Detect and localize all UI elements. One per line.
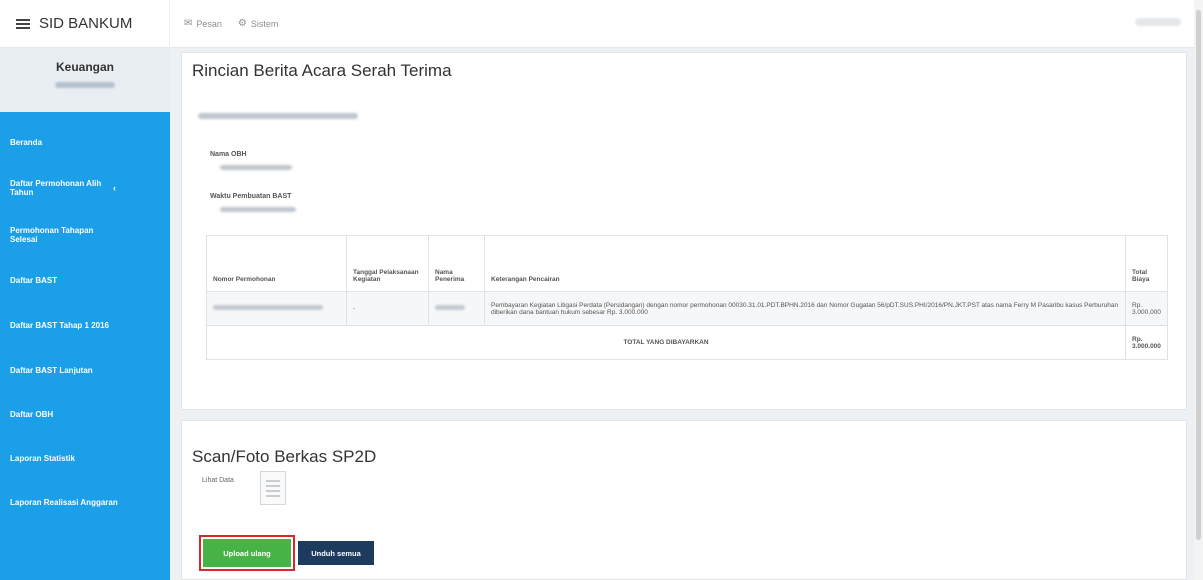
sidebar-item-label: Daftar OBH (10, 409, 54, 419)
file-line (266, 479, 280, 482)
gear-icon: ⚙ (237, 18, 247, 29)
sidebar-item-daftar-permohonan-alih-tahun[interactable]: Daftar Permohonan Alih Tahun ‹ (0, 164, 170, 212)
sidebar: Keuangan Beranda Daftar Permohonan Alih … (0, 48, 170, 580)
sidebar-item-label: Laporan Realisasi Anggaran (10, 497, 118, 507)
cell-total: Rp. 3.000.000 (1125, 291, 1168, 326)
total-label: TOTAL YANG DIBAYARKAN (206, 325, 1126, 360)
col-tanggal-pelaksanaan: Tanggal Pelaksanaan Kegiatan (346, 235, 429, 292)
sidebar-item-daftar-obh[interactable]: Daftar OBH (0, 392, 170, 436)
profile-role: Keuangan (55, 60, 114, 74)
unduh-semua-button[interactable]: Unduh semua (298, 541, 374, 565)
sidebar-item-laporan-realisasi-anggaran[interactable]: Laporan Realisasi Anggaran (0, 480, 170, 524)
file-line (266, 489, 280, 492)
upload-ulang-button[interactable]: Upload ulang (203, 539, 291, 567)
nav-sistem[interactable]: ⚙ Sistem (238, 18, 278, 29)
sidebar-item-beranda[interactable]: Beranda (0, 120, 170, 164)
sidebar-item-daftar-bast-lanjutan[interactable]: Daftar BAST Lanjutan (0, 348, 170, 392)
sidebar-item-laporan-statistik[interactable]: Laporan Statistik (0, 436, 170, 480)
cell-tanggal: - (346, 291, 429, 326)
col-total-biaya: Total Biaya (1125, 235, 1168, 292)
rincian-title: Rincian Berita Acara Serah Terima (192, 61, 452, 80)
sidebar-item-daftar-bast-tahap-1-2016[interactable]: Daftar BAST Tahap 1 2016 (0, 302, 170, 348)
rincian-table: Nomor Permohonan Tanggal Pelaksanaan Keg… (206, 235, 1168, 360)
cell-keterangan: Pembayaran Kegiatan Litigasi Perdata (Pe… (484, 291, 1126, 326)
app-title: SID BANKUM (39, 15, 133, 32)
sidebar-item-label: Beranda (10, 137, 43, 147)
nav-sistem-label: Sistem (250, 18, 279, 29)
sidebar-item-label: Daftar BAST Lanjutan (10, 365, 93, 375)
sidebar-item-label: Permohonan Tahapan Selesai (10, 226, 94, 244)
brand[interactable]: SID BANKUM (0, 0, 170, 48)
nomor-redacted (213, 305, 323, 310)
file-thumbnail[interactable] (260, 471, 286, 505)
nama-redacted (435, 305, 465, 310)
sidebar-item-label: Laporan Statistik (10, 453, 75, 463)
mail-icon: ✉ (184, 18, 193, 29)
rincian-panel: Rincian Berita Acara Serah Terima Nama O… (181, 52, 1187, 410)
chevron-left-icon: ‹ (113, 183, 116, 193)
sidebar-item-daftar-bast[interactable]: Daftar BAST (0, 258, 170, 302)
profile-name-redacted (55, 82, 115, 88)
obh-label: Nama OBH (210, 151, 247, 158)
menu-icon[interactable] (16, 17, 30, 31)
table-row: - Pembayaran Kegiatan Litigasi Perdata (… (206, 291, 1168, 326)
col-nama-penerima: Nama Penerima (428, 235, 485, 292)
table-header-row: Nomor Permohonan Tanggal Pelaksanaan Keg… (206, 235, 1168, 292)
col-keterangan-pencairan: Keterangan Pencairan (484, 235, 1126, 292)
file-line (266, 494, 280, 497)
sp2d-title: Scan/Foto Berkas SP2D (192, 447, 377, 466)
waktu-value-redacted (220, 207, 296, 212)
sidebar-item-label: Daftar Permohonan Alih Tahun (10, 179, 102, 197)
sidebar-item-label: Daftar BAST (10, 275, 58, 285)
col-nomor-permohonan: Nomor Permohonan (206, 235, 347, 292)
scrollbar-thumb[interactable] (1196, 10, 1201, 540)
cell-nama-penerima (428, 291, 485, 326)
sidebar-menu: Beranda Daftar Permohonan Alih Tahun ‹ Pe… (0, 120, 170, 524)
sp2d-panel: Scan/Foto Berkas SP2D Lihat Data Upload … (181, 420, 1187, 580)
nav-pesan[interactable]: ✉ Pesan (184, 18, 222, 29)
file-line (266, 484, 280, 487)
profile-box: Keuangan (0, 48, 170, 112)
waktu-label: Waktu Pembuatan BAST (210, 193, 292, 200)
bast-number-redacted (198, 113, 358, 119)
lihat-data-label: Lihat Data (202, 477, 234, 484)
nav-pesan-label: Pesan (196, 18, 222, 29)
top-nav: ✉ Pesan ⚙ Sistem (184, 18, 278, 29)
obh-value-redacted (220, 165, 292, 170)
table-total-row: TOTAL YANG DIBAYARKAN Rp. 3.000.000 (206, 325, 1168, 360)
sidebar-item-label: Daftar BAST Tahap 1 2016 (10, 320, 109, 330)
user-menu[interactable] (1135, 18, 1181, 26)
top-bar: SID BANKUM ✉ Pesan ⚙ Sistem (0, 0, 1203, 48)
total-value: Rp. 3.000.000 (1125, 325, 1168, 360)
cell-nomor-permohonan (206, 291, 347, 326)
sidebar-item-permohonan-tahapan-selesai[interactable]: Permohonan Tahapan Selesai (0, 212, 170, 258)
